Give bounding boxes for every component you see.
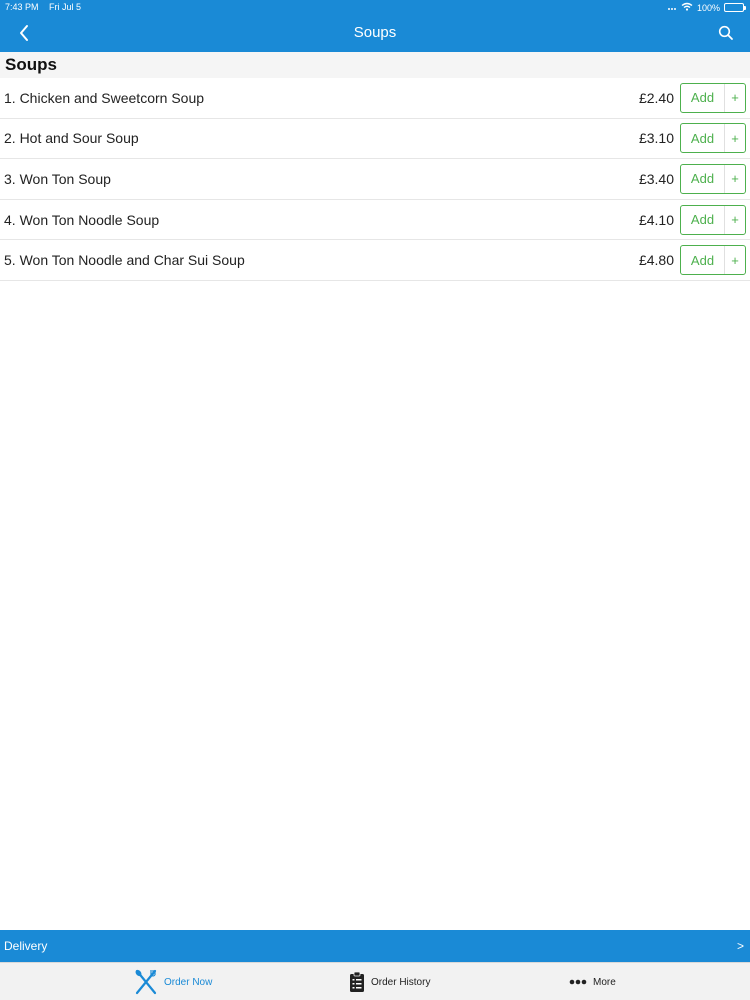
plus-icon: + xyxy=(731,171,739,187)
tab-label: More xyxy=(593,976,616,988)
item-name: 3. Won Ton Soup xyxy=(4,170,111,187)
add-button[interactable]: Add + xyxy=(680,123,746,154)
item-name: 1. Chicken and Sweetcorn Soup xyxy=(4,89,205,106)
list-item: 3. Won Ton Soup £3.40 Add + xyxy=(0,159,750,200)
tab-bar: Order Now Order History More xyxy=(0,962,750,1000)
add-button-label: Add xyxy=(681,164,725,193)
plus-icon: + xyxy=(731,252,739,268)
tab-more[interactable]: More xyxy=(569,963,616,1000)
signal-icon xyxy=(667,3,677,13)
delivery-bar[interactable]: Delivery > xyxy=(0,930,750,962)
battery-percent: 100% xyxy=(696,2,720,13)
add-button-label: Add xyxy=(681,124,725,153)
item-price: £4.80 xyxy=(638,252,674,269)
list-item: 1. Chicken and Sweetcorn Soup £2.40 Add … xyxy=(0,78,750,119)
list-item: 4. Won Ton Noodle Soup £4.10 Add + xyxy=(0,199,750,241)
item-price: £4.10 xyxy=(638,211,674,228)
status-bar-left: 7:43 PM Fri Jul 5 xyxy=(5,2,89,12)
item-price: £3.40 xyxy=(638,170,674,187)
add-button[interactable]: Add + xyxy=(680,245,746,276)
add-button[interactable]: Add + xyxy=(680,163,746,194)
status-time: 7:43 PM xyxy=(5,2,39,12)
more-dots-icon xyxy=(569,979,587,985)
item-name: 5. Won Ton Noodle and Char Sui Soup xyxy=(4,252,245,269)
item-price: £2.40 xyxy=(638,89,674,106)
add-button-label: Add xyxy=(681,205,725,234)
page-title: Soups xyxy=(353,24,397,41)
clipboard-icon xyxy=(350,971,364,992)
tab-order-history[interactable]: Order History xyxy=(349,963,430,1000)
list-item: 5. Won Ton Noodle and Char Sui Soup £4.8… xyxy=(0,240,750,281)
plus-icon: + xyxy=(731,130,739,146)
add-button[interactable]: Add + xyxy=(680,82,746,113)
fork-knife-icon xyxy=(135,969,157,995)
tab-label: Order Now xyxy=(164,976,213,988)
item-price: £3.10 xyxy=(638,130,674,147)
tab-label: Order History xyxy=(371,976,431,988)
chevron-right-icon: > xyxy=(736,939,744,953)
add-button-label: Add xyxy=(681,83,725,112)
wifi-icon xyxy=(681,2,693,13)
section-header: Soups xyxy=(0,52,750,78)
section-title: Soups xyxy=(5,55,57,74)
navigation-bar: 7:43 PM Fri Jul 5 100% Soups xyxy=(0,0,750,52)
list-item: 2. Hot and Sour Soup £3.10 Add + xyxy=(0,118,750,160)
status-bar-right: 100% xyxy=(667,2,746,13)
menu-item-list: 1. Chicken and Sweetcorn Soup £2.40 Add … xyxy=(0,78,750,281)
item-name: 4. Won Ton Noodle Soup xyxy=(4,211,160,228)
status-date: Fri Jul 5 xyxy=(49,2,82,12)
item-name: 2. Hot and Sour Soup xyxy=(4,130,139,147)
plus-icon: + xyxy=(731,212,739,228)
battery-icon xyxy=(724,3,746,12)
add-button-label: Add xyxy=(681,246,725,275)
add-button[interactable]: Add + xyxy=(680,204,746,235)
delivery-label: Delivery xyxy=(4,939,48,953)
search-icon xyxy=(718,25,733,40)
plus-icon: + xyxy=(731,90,739,106)
tab-order-now[interactable]: Order Now xyxy=(134,963,212,1000)
search-button[interactable] xyxy=(714,22,738,44)
